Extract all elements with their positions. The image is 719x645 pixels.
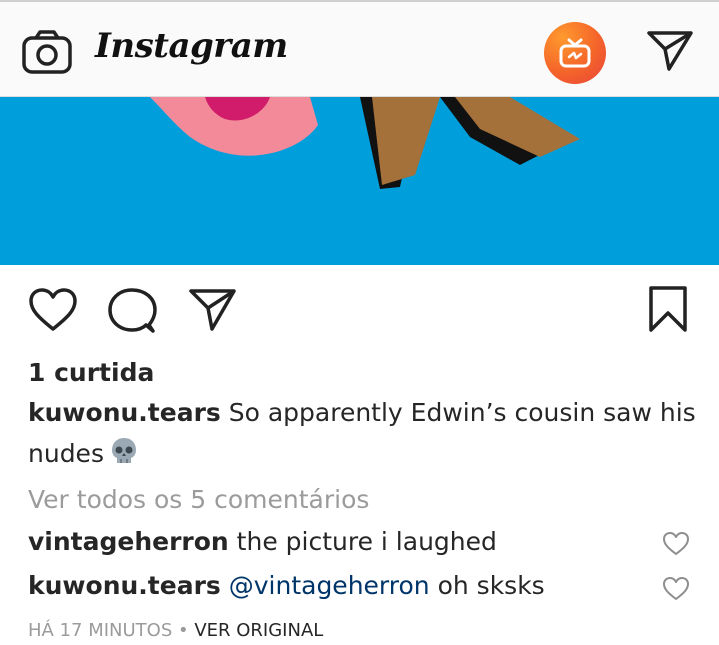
post-image-art bbox=[150, 97, 580, 189]
direct-message-icon[interactable] bbox=[645, 29, 695, 73]
comment-username[interactable]: vintageherron bbox=[28, 527, 229, 556]
camera-icon[interactable] bbox=[22, 30, 72, 74]
like-heart-icon[interactable] bbox=[28, 287, 78, 333]
share-icon[interactable] bbox=[188, 287, 238, 333]
comment-bubble-icon[interactable] bbox=[107, 287, 157, 335]
post-timestamp: HÁ 17 MINUTOS bbox=[28, 620, 173, 641]
instagram-logo: Instagram bbox=[95, 26, 288, 66]
caption-text: So apparently Edwin’s cousin saw his bbox=[220, 398, 696, 427]
comment-mention[interactable]: @vintageherron bbox=[229, 571, 430, 600]
likes-count[interactable]: 1 curtida bbox=[28, 358, 154, 387]
caption-text-2: nudes bbox=[28, 439, 104, 468]
top-bar: Instagram bbox=[0, 0, 719, 97]
bookmark-icon[interactable] bbox=[648, 285, 688, 333]
comment-text: the picture i laughed bbox=[228, 527, 497, 556]
post-image[interactable] bbox=[0, 97, 719, 265]
skull-emoji-icon bbox=[111, 438, 136, 463]
comment-like-heart-icon[interactable] bbox=[662, 576, 690, 602]
meta-separator: • bbox=[172, 620, 195, 641]
post-actions bbox=[0, 265, 719, 355]
igtv-icon bbox=[559, 38, 591, 68]
igtv-button[interactable] bbox=[544, 22, 606, 84]
comment-row: vintageherron the picture i laughed bbox=[28, 527, 497, 556]
comment-like-heart-icon[interactable] bbox=[662, 531, 690, 557]
caption-line-2: nudes bbox=[28, 436, 138, 468]
see-original-link[interactable]: VER ORIGINAL bbox=[194, 620, 323, 641]
comment-text: oh sksks bbox=[429, 571, 545, 600]
caption-username[interactable]: kuwonu.tears bbox=[28, 398, 221, 427]
caption-line: kuwonu.tears So apparently Edwin’s cousi… bbox=[28, 398, 696, 427]
comment-username[interactable]: kuwonu.tears bbox=[28, 571, 221, 600]
post-meta: HÁ 17 MINUTOS • VER ORIGINAL bbox=[28, 620, 323, 641]
comment-row: kuwonu.tears @vintageherron oh sksks bbox=[28, 571, 545, 600]
view-all-comments-link[interactable]: Ver todos os 5 comentários bbox=[28, 485, 369, 514]
